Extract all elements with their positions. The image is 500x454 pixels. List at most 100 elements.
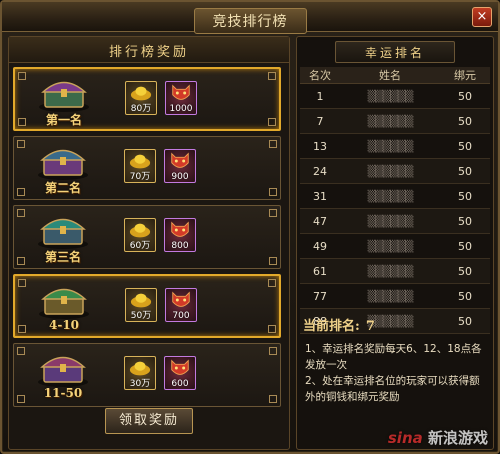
watermark-text: 新浪游戏 — [427, 429, 488, 447]
gold-amount: 30万 — [129, 379, 151, 389]
current-rank: 当前排名: 7 — [301, 315, 489, 335]
rank-cell: 1 — [300, 83, 340, 109]
name-cell: ▒▒▒▒▒▒ — [340, 258, 440, 284]
table-row[interactable]: 31 ▒▒▒▒▒▒ 50 — [300, 183, 490, 209]
gold-amount: 70万 — [129, 172, 151, 182]
table-row[interactable]: 77 ▒▒▒▒▒▒ 50 — [300, 283, 490, 309]
reward-rank-label: 11-50 — [43, 386, 83, 400]
lucky-rank-panel: 幸运排名 名次 姓名 绑元 1 ▒▒▒▒▒▒ 50 7 ▒▒▒▒▒▒ 50 13 ▒▒▒▒▒▒… — [296, 36, 494, 450]
corner-ornament — [269, 395, 277, 403]
close-button[interactable]: × — [472, 7, 492, 27]
table-row[interactable]: 7 ▒▒▒▒▒▒ 50 — [300, 108, 490, 134]
corner-ornament — [268, 279, 276, 287]
rank-cell: 7 — [300, 108, 340, 134]
mask-amount: 600 — [171, 379, 189, 389]
corner-ornament — [17, 347, 25, 355]
corner-ornament — [17, 188, 25, 196]
table-row[interactable]: 24 ▒▒▒▒▒▒ 50 — [300, 158, 490, 184]
lucky-rank-header-label: 幸运排名 — [364, 46, 425, 60]
rule-note-2: 2、处在幸运排名位的玩家可以获得额外的铜钱和绑元奖励 — [305, 375, 480, 403]
gold-amount: 50万 — [130, 311, 152, 321]
mask-item[interactable]: 700 — [165, 288, 197, 322]
table-row[interactable]: 61 ▒▒▒▒▒▒ 50 — [300, 258, 490, 284]
reward-row[interactable]: 第三名 60万 800 — [13, 205, 281, 269]
gold-amount: 60万 — [129, 241, 151, 251]
rewards-header-label: 排行榜奖励 — [108, 45, 189, 60]
name-cell: ▒▒▒▒▒▒ — [340, 108, 440, 134]
column-header-bind: 绑元 — [440, 67, 490, 84]
lucky-rank-header: 幸运排名 — [335, 41, 455, 63]
rank-cell: 24 — [300, 158, 340, 184]
corner-ornament — [269, 140, 277, 148]
column-header-rank: 名次 — [300, 67, 340, 84]
mask-item[interactable]: 800 — [164, 218, 196, 252]
bind-cell: 50 — [440, 183, 490, 209]
gold-ingot-item[interactable]: 30万 — [124, 356, 156, 390]
current-rank-value: 7 — [365, 319, 375, 334]
rule-note-1: 1、幸运排名奖励每天6、12、18点各发放一次 — [305, 343, 482, 371]
column-header-name: 姓名 — [340, 67, 440, 84]
bind-cell: 50 — [440, 108, 490, 134]
gold-ingot-item[interactable]: 60万 — [124, 218, 156, 252]
demon-mask-icon — [171, 359, 189, 375]
reward-row[interactable]: 第一名 80万 1000 — [13, 67, 281, 131]
window-title: 竞技排行榜 — [193, 8, 307, 34]
name-cell: ▒▒▒▒▒▒ — [340, 283, 440, 309]
treasure-chest-icon — [38, 218, 88, 249]
name-cell: ▒▒▒▒▒▒ — [340, 83, 440, 109]
mask-amount: 700 — [172, 311, 190, 321]
reward-rank-label: 第二名 — [44, 181, 81, 195]
sina-watermark: sina 新浪游戏 — [388, 427, 488, 448]
reward-rank-label: 第一名 — [45, 113, 82, 127]
table-row[interactable]: 1 ▒▒▒▒▒▒ 50 — [300, 83, 490, 109]
demon-mask-icon — [171, 152, 189, 168]
name-cell: ▒▒▒▒▒▒ — [340, 183, 440, 209]
reward-rank-label: 4-10 — [48, 318, 80, 332]
corner-ornament — [18, 279, 26, 287]
corner-ornament — [269, 257, 277, 265]
bind-cell: 50 — [440, 158, 490, 184]
table-row[interactable]: 49 ▒▒▒▒▒▒ 50 — [300, 233, 490, 259]
demon-mask-icon — [172, 291, 190, 307]
claim-reward-button[interactable]: 领取奖励 — [105, 408, 193, 434]
corner-ornament — [17, 395, 25, 403]
reward-row[interactable]: 第二名 70万 900 — [13, 136, 281, 200]
bind-cell: 50 — [440, 208, 490, 234]
rules-notes: 1、幸运排名奖励每天6、12、18点各发放一次 2、处在幸运排名位的玩家可以获得… — [305, 341, 487, 405]
gold-ingot-item[interactable]: 50万 — [125, 288, 157, 322]
treasure-chest-icon — [38, 356, 88, 387]
corner-ornament — [18, 72, 26, 80]
mask-amount: 800 — [171, 241, 189, 251]
mask-item[interactable]: 600 — [164, 356, 196, 390]
demon-mask-icon — [171, 221, 189, 237]
reward-row[interactable]: 4-10 50万 700 — [13, 274, 281, 338]
rewards-list: 第一名 80万 1000 第二名 70万 900 第三名 60万 800 4-10 50万 700 11… — [13, 67, 285, 412]
gold-ingot-item[interactable]: 70万 — [124, 149, 156, 183]
table-row[interactable]: 47 ▒▒▒▒▒▒ 50 — [300, 208, 490, 234]
leaderboard-window: 竞技排行榜 × 排行榜奖励 第一名 80万 1000 第二名 70万 900 第三名 60万 8… — [0, 0, 500, 454]
corner-ornament — [268, 325, 276, 333]
table-row[interactable]: 13 ▒▒▒▒▒▒ 50 — [300, 133, 490, 159]
bind-cell: 50 — [440, 258, 490, 284]
table-body: 1 ▒▒▒▒▒▒ 50 7 ▒▒▒▒▒▒ 50 13 ▒▒▒▒▒▒ 50 24 ▒▒▒▒▒▒ 50 31… — [300, 83, 490, 334]
bind-cell: 50 — [440, 83, 490, 109]
gold-amount: 80万 — [130, 104, 152, 114]
name-cell: ▒▒▒▒▒▒ — [340, 208, 440, 234]
mask-amount: 900 — [171, 172, 189, 182]
treasure-chest-icon — [39, 81, 89, 112]
lucky-rank-table: 名次 姓名 绑元 1 ▒▒▒▒▒▒ 50 7 ▒▒▒▒▒▒ 50 13 ▒▒▒▒▒▒ 50 24 ▒… — [300, 67, 490, 334]
title-bar: 竞技排行榜 × — [2, 2, 498, 34]
rewards-panel: 排行榜奖励 第一名 80万 1000 第二名 70万 900 第三名 60万 800 4-10 50… — [8, 36, 290, 450]
table-header-row: 名次 姓名 绑元 — [300, 67, 490, 84]
mask-item[interactable]: 1000 — [165, 81, 197, 115]
rank-cell: 13 — [300, 133, 340, 159]
gold-ingot-item[interactable]: 80万 — [125, 81, 157, 115]
current-rank-label: 当前排名: — [303, 319, 360, 334]
reward-row[interactable]: 11-50 30万 600 — [13, 343, 281, 407]
bind-cell: 50 — [440, 283, 490, 309]
mask-item[interactable]: 900 — [164, 149, 196, 183]
treasure-chest-icon — [38, 149, 88, 180]
treasure-chest-icon — [39, 288, 89, 319]
name-cell: ▒▒▒▒▒▒ — [340, 158, 440, 184]
corner-ornament — [18, 325, 26, 333]
